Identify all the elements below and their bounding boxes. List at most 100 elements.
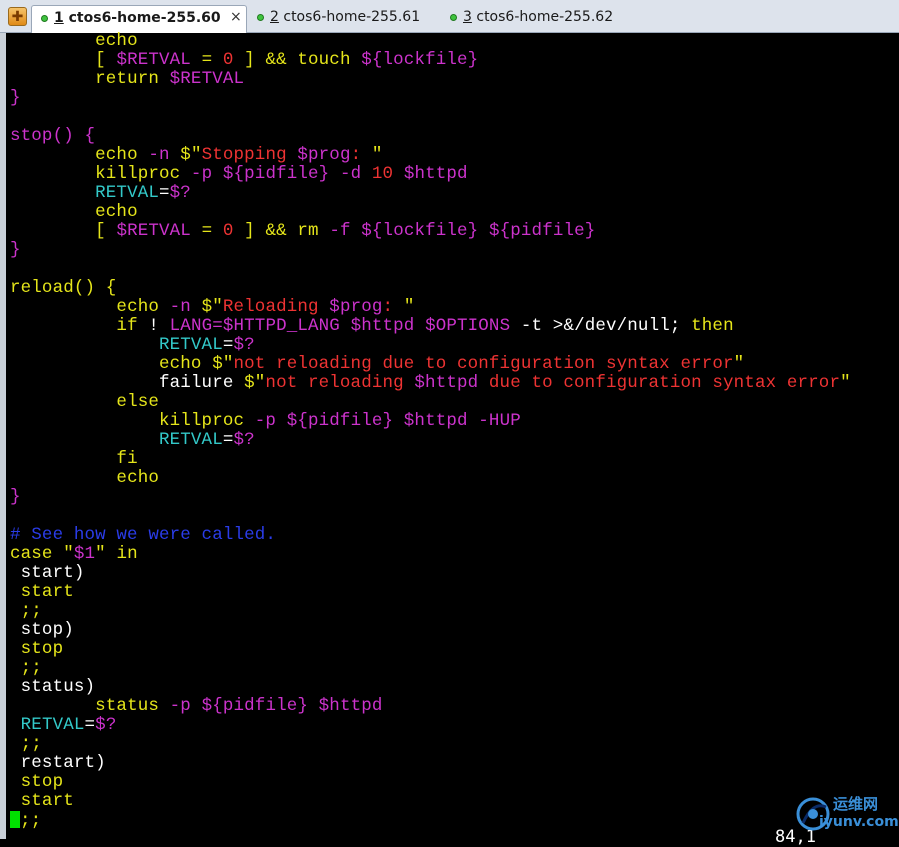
watermark-url: iyunv.com xyxy=(819,814,899,830)
code-token: -f xyxy=(329,221,351,241)
code-token: not reloading xyxy=(265,373,415,393)
code-token: start xyxy=(10,582,74,602)
connected-status-icon xyxy=(450,14,457,21)
code-token: echo xyxy=(116,297,170,317)
code-token: echo xyxy=(158,354,213,374)
code-token: } xyxy=(10,88,21,108)
code-token: $? xyxy=(95,715,117,735)
code-token: case xyxy=(10,544,64,564)
code-token: $httpd xyxy=(393,164,468,184)
terminal-line: failure $"not reloading $httpd due to co… xyxy=(10,374,851,393)
code-token: } xyxy=(10,487,21,507)
terminal-line: return $RETVAL xyxy=(10,70,851,89)
code-token: Reloading xyxy=(222,297,330,317)
code-token: = xyxy=(222,335,234,355)
terminal-line: reload() { xyxy=(10,279,851,298)
code-token: if xyxy=(116,316,138,336)
tab-title: ctos6-home-255.62 xyxy=(476,9,614,25)
code-token: $? xyxy=(233,335,255,355)
code-token: : xyxy=(350,145,372,165)
code-token: stop xyxy=(10,639,64,659)
terminal-text[interactable]: echo [ $RETVAL = 0 ] && touch ${lockfile… xyxy=(10,31,851,831)
code-token: $httpd xyxy=(414,373,479,393)
code-token: $" xyxy=(169,145,202,165)
text-cursor xyxy=(10,811,20,828)
terminal-line: status) xyxy=(10,678,851,697)
code-token: -p xyxy=(190,164,213,184)
code-token: $RETVAL xyxy=(169,69,245,89)
terminal-line: [ $RETVAL = 0 ] && rm -f ${lockfile} ${p… xyxy=(10,222,851,241)
terminal-line: restart) xyxy=(10,754,851,773)
code-token: " xyxy=(840,373,851,393)
code-token: then xyxy=(691,316,734,336)
terminal-line: } xyxy=(10,241,851,260)
code-token: " xyxy=(371,145,383,165)
code-token: $httpd xyxy=(308,696,383,716)
code-token: ] && rm xyxy=(233,221,330,241)
terminal-line: echo -n $"Stopping $prog: " xyxy=(10,146,851,165)
code-token: echo xyxy=(95,31,138,51)
code-token: 10 xyxy=(371,164,394,184)
app-menu-icon[interactable]: ✚ xyxy=(8,7,27,26)
code-token: : xyxy=(382,297,404,317)
code-token: killproc xyxy=(158,411,255,431)
terminal-line: ;; xyxy=(10,735,851,754)
code-token: -p xyxy=(169,696,191,716)
tab-title: ctos6-home-255.60 xyxy=(68,10,221,26)
code-token: start) xyxy=(10,563,85,583)
close-tab-icon[interactable]: × xyxy=(230,9,242,25)
watermark: 运维网 iyunv.com xyxy=(793,793,899,837)
code-token: $? xyxy=(233,430,255,450)
terminal-line: [ $RETVAL = 0 ] && touch ${lockfile} xyxy=(10,51,851,70)
code-token: restart) xyxy=(10,753,106,773)
code-token: [ xyxy=(95,50,117,70)
terminal-line: echo xyxy=(10,469,851,488)
terminal-line: RETVAL=$? xyxy=(10,431,851,450)
code-token: else xyxy=(116,392,159,412)
code-token: not reloading due to configuration synta… xyxy=(233,354,734,374)
terminal-line: status -p ${pidfile} $httpd xyxy=(10,697,851,716)
code-token: due to configuration syntax error xyxy=(478,373,841,393)
code-token: status) xyxy=(10,677,96,697)
terminal-line: ;; xyxy=(10,811,851,831)
code-token: ! xyxy=(137,316,170,336)
terminal-line: fi xyxy=(10,450,851,469)
terminal-line: case "$1" in xyxy=(10,545,851,564)
tab-bar: ✚ 1 ctos6-home-255.60 × 2 ctos6-home-255… xyxy=(0,0,899,33)
terminal-line: stop() { xyxy=(10,127,851,146)
tab-session-2[interactable]: 2 ctos6-home-255.61 xyxy=(250,5,435,32)
connected-status-icon xyxy=(257,14,264,21)
watermark-site-name: 运维网 xyxy=(833,795,879,813)
code-token: echo xyxy=(116,468,159,488)
code-token: RETVAL xyxy=(20,715,85,735)
terminal-line: } xyxy=(10,89,851,108)
code-token: 0 xyxy=(222,50,234,70)
terminal-line: ;; xyxy=(10,659,851,678)
code-token: ${pidfile} xyxy=(286,411,394,431)
terminal-line: start xyxy=(10,583,851,602)
terminal-line: stop xyxy=(10,773,851,792)
tab-session-3[interactable]: 3 ctos6-home-255.62 xyxy=(443,5,643,32)
terminal-line: echo -n $"Reloading $prog: " xyxy=(10,298,851,317)
tab-number: 3 xyxy=(463,9,472,25)
terminal-line: if ! LANG=$HTTPD_LANG $httpd $OPTIONS -t… xyxy=(10,317,851,336)
code-token: -n xyxy=(148,145,170,165)
code-token: RETVAL xyxy=(158,335,223,355)
code-token: # See how we were called. xyxy=(10,525,277,545)
code-token: return xyxy=(95,69,170,89)
code-token: = xyxy=(222,430,234,450)
tab-session-1[interactable]: 1 ctos6-home-255.60 × xyxy=(31,5,247,33)
terminal-line: echo $"not reloading due to configuratio… xyxy=(10,355,851,374)
code-token: $RETVAL xyxy=(116,221,191,241)
code-token: $httpd xyxy=(393,411,479,431)
